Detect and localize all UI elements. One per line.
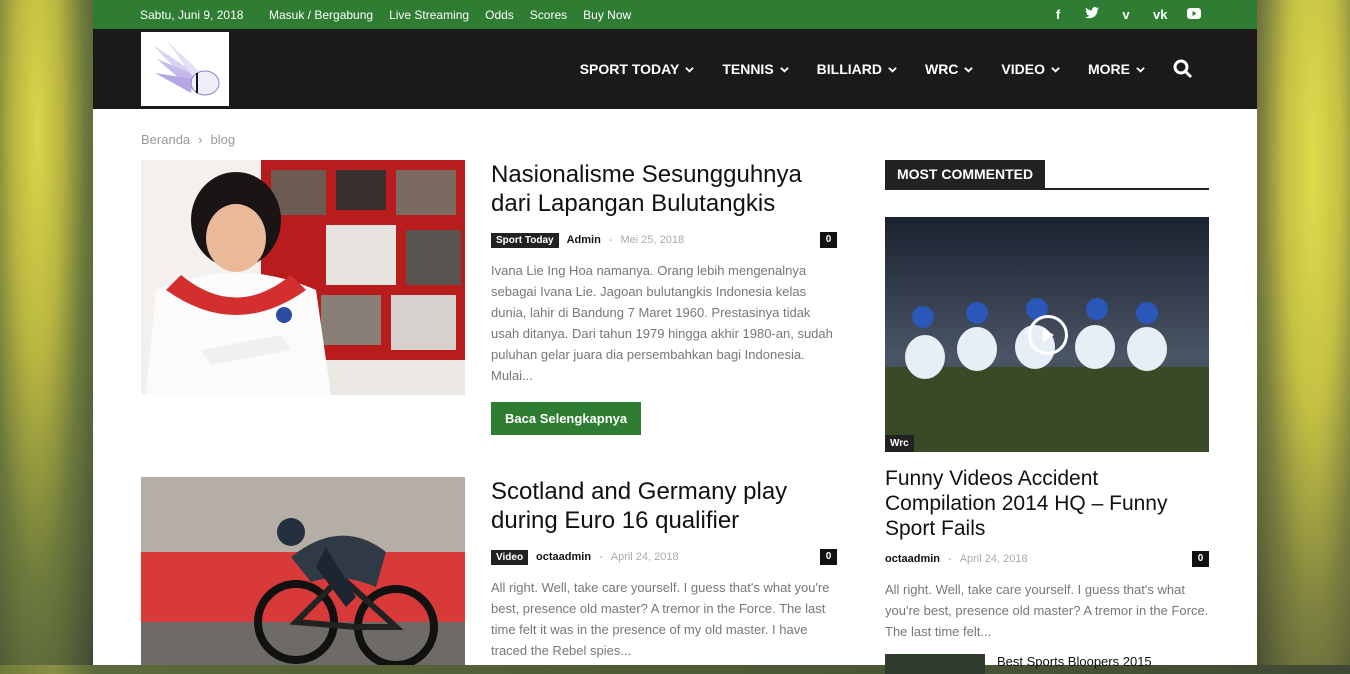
woman-portrait-image [141,160,465,395]
post-date: April 24, 2018 [610,551,679,563]
shuttlecock-icon [153,41,220,96]
facebook-icon[interactable]: f [1051,7,1065,22]
vimeo-icon[interactable]: v [1119,7,1133,22]
post-excerpt: All right. Well, take care yourself. I g… [491,580,830,658]
post-author[interactable]: Admin [567,234,601,246]
post-item: Scotland and Germany play during Euro 16… [141,477,837,665]
chevron-down-icon [685,66,695,73]
play-icon[interactable] [1028,315,1068,355]
post-category[interactable]: Sport Today [491,232,559,248]
main-nav: SPORT TODAY TENNIS BILLIARD WRC VIDEO MO… [580,29,1193,109]
nav-tennis[interactable]: TENNIS [722,61,789,77]
meta-separator: - [599,551,603,563]
sidebar: MOST COMMENTED Wrc Funny Videos Accident… [885,160,1209,674]
odds-link[interactable]: Odds [485,8,514,22]
post-category[interactable]: Video [491,549,529,565]
nav-wrc[interactable]: WRC [925,61,974,77]
sidebar-next-thumbnail[interactable] [885,654,985,674]
nav-billiard[interactable]: BILLIARD [817,61,897,77]
vk-icon[interactable]: vk [1153,7,1167,22]
chevron-down-icon [779,66,789,73]
post-meta: Video octaadmin - April 24, 2018 0 [491,549,837,565]
live-streaming-link[interactable]: Live Streaming [389,8,469,22]
post-item: Nasionalisme Sesungguhnya dari Lapangan … [141,160,837,440]
meta-separator: - [948,553,952,565]
top-bar: Sabtu, Juni 9, 2018 Masuk / Bergabung Li… [93,0,1257,29]
post-body: Scotland and Germany play during Euro 16… [491,477,837,661]
comment-count[interactable]: 0 [1192,551,1209,567]
post-author[interactable]: octaadmin [536,551,591,563]
cyclist-image [141,477,465,665]
sidebar-post-author[interactable]: octaadmin [885,553,940,565]
post-body: Nasionalisme Sesungguhnya dari Lapangan … [491,160,837,435]
top-links: Masuk / Bergabung Live Streaming Odds Sc… [269,8,631,22]
sidebar-post-meta: octaadmin - April 24, 2018 0 [885,551,1209,567]
login-link[interactable]: Masuk / Bergabung [269,8,373,22]
post-date: Mei 25, 2018 [620,234,685,246]
chevron-down-icon [1051,66,1060,73]
post-thumbnail[interactable] [141,160,465,395]
sidebar-post-excerpt: All right. Well, take care yourself. I g… [885,582,1209,639]
main-header: SPORT TODAY TENNIS BILLIARD WRC VIDEO MO… [93,29,1257,109]
breadcrumb: Beranda › blog [141,132,235,147]
breadcrumb-current: blog [210,132,236,147]
sidebar-next-title[interactable]: Best Sports Bloopers 2015 [997,654,1152,674]
post-excerpt: Ivana Lie Ing Hoa namanya. Orang lebih m… [491,263,833,383]
background-right [1257,0,1350,665]
sidebar-post-category[interactable]: Wrc [885,435,914,452]
sidebar-next-post[interactable]: Best Sports Bloopers 2015 [885,654,1209,674]
search-icon[interactable] [1173,59,1193,79]
site-logo[interactable] [141,32,229,106]
meta-separator: - [608,234,613,246]
nav-video[interactable]: VIDEO [1001,61,1060,77]
read-more-button[interactable]: Baca Selengkapnya [491,402,642,435]
buy-now-link[interactable]: Buy Now [583,8,631,22]
scores-link[interactable]: Scores [530,8,567,22]
sidebar-post-title[interactable]: Funny Videos Accident Compilation 2014 H… [885,466,1209,541]
sidebar-post-thumbnail[interactable]: Wrc [885,217,1209,452]
post-title[interactable]: Scotland and Germany play during Euro 16… [491,477,837,535]
chevron-down-icon [888,66,897,73]
sidebar-block-title: MOST COMMENTED [885,160,1209,190]
youtube-icon[interactable] [1187,7,1201,22]
nav-sport-today[interactable]: SPORT TODAY [580,61,695,77]
twitter-icon[interactable] [1085,7,1099,22]
breadcrumb-separator: › [198,132,203,147]
post-thumbnail[interactable] [141,477,465,665]
most-commented-heading: MOST COMMENTED [885,160,1046,188]
chevron-down-icon [964,66,974,73]
sidebar-post-date: April 24, 2018 [959,553,1028,565]
social-icons: f v vk [1051,7,1201,22]
post-title[interactable]: Nasionalisme Sesungguhnya dari Lapangan … [491,160,837,218]
post-meta: Sport Today Admin - Mei 25, 2018 0 [491,232,837,248]
background-left [0,0,93,665]
chevron-down-icon [1136,66,1145,73]
breadcrumb-home[interactable]: Beranda [141,132,190,147]
page-container: Sabtu, Juni 9, 2018 Masuk / Bergabung Li… [93,0,1257,674]
comment-count[interactable]: 0 [820,232,837,248]
current-date: Sabtu, Juni 9, 2018 [140,7,244,22]
comment-count[interactable]: 0 [820,549,837,565]
nav-more[interactable]: MORE [1088,61,1145,77]
